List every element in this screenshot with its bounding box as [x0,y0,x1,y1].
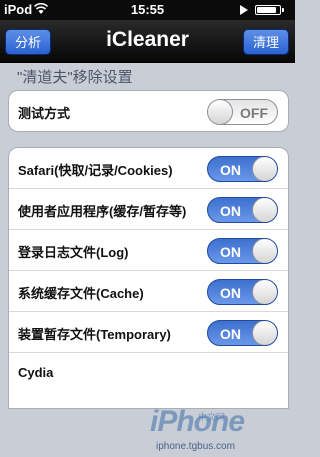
setting-label: 登录日志文件(Log) [18,245,129,260]
toggle-state: ON [220,162,241,178]
setting-row-user-apps[interactable]: 使用者应用程序(缓存/暂存等) ON [9,189,288,230]
setting-label: 系统缓存文件(Cache) [18,286,144,301]
status-bar: iPod 15:55 [0,0,295,20]
toggle-state: ON [220,203,241,219]
watermark-logo: iPhone [150,405,245,438]
temporary-toggle[interactable]: ON [207,320,278,346]
toggle-state: OFF [240,105,268,121]
test-mode-group: 测试方式 OFF [8,90,289,132]
log-files-toggle[interactable]: ON [207,238,278,264]
setting-row-temporary[interactable]: 装置暂存文件(Temporary) ON [9,312,288,353]
navigation-bar: 分析 iCleaner 清理 [0,20,295,63]
watermark-sub: 中文网 [198,412,226,422]
site-watermark: iPhone 中文网 iphone.tgbus.com [150,405,290,457]
setting-label: 使用者应用程序(缓存/暂存等) [18,204,187,219]
user-apps-toggle[interactable]: ON [207,197,278,223]
setting-row-test-mode[interactable]: 测试方式 OFF [9,91,288,131]
setting-row-cydia[interactable]: Cydia [9,353,288,393]
toggle-knob [252,157,277,181]
clean-button[interactable]: 清理 [242,29,289,55]
settings-content[interactable]: "清道夫"移除设置 测试方式 OFF Safari(快取/记录/Cookies)… [0,63,295,452]
toggle-knob [208,100,233,124]
battery-icon [255,5,284,15]
setting-row-log-files[interactable]: 登录日志文件(Log) ON [9,230,288,271]
setting-row-system-cache[interactable]: 系统缓存文件(Cache) ON [9,271,288,312]
toggle-state: ON [220,326,241,342]
section-header: "清道夫"移除设置 [17,69,133,86]
setting-label: 装置暂存文件(Temporary) [18,327,171,342]
toggle-state: ON [220,285,241,301]
setting-label: Cydia [18,365,54,380]
watermark-url: iphone.tgbus.com [156,441,235,452]
toggle-state: ON [220,244,241,260]
toggle-knob [252,198,277,222]
test-mode-toggle[interactable]: OFF [207,99,278,125]
status-time: 15:55 [130,2,165,17]
setting-row-safari[interactable]: Safari(快取/记录/Cookies) ON [9,148,288,189]
toggle-knob [252,280,277,304]
toggle-knob [252,321,277,345]
system-cache-toggle[interactable]: ON [207,279,278,305]
setting-label: Safari(快取/记录/Cookies) [18,163,173,178]
setting-label: 测试方式 [18,106,71,121]
play-icon [240,5,248,15]
cleanup-items-group: Safari(快取/记录/Cookies) ON 使用者应用程序(缓存/暂存等)… [8,147,289,409]
safari-toggle[interactable]: ON [207,156,278,182]
battery-level [257,7,276,13]
toggle-knob [252,239,277,263]
